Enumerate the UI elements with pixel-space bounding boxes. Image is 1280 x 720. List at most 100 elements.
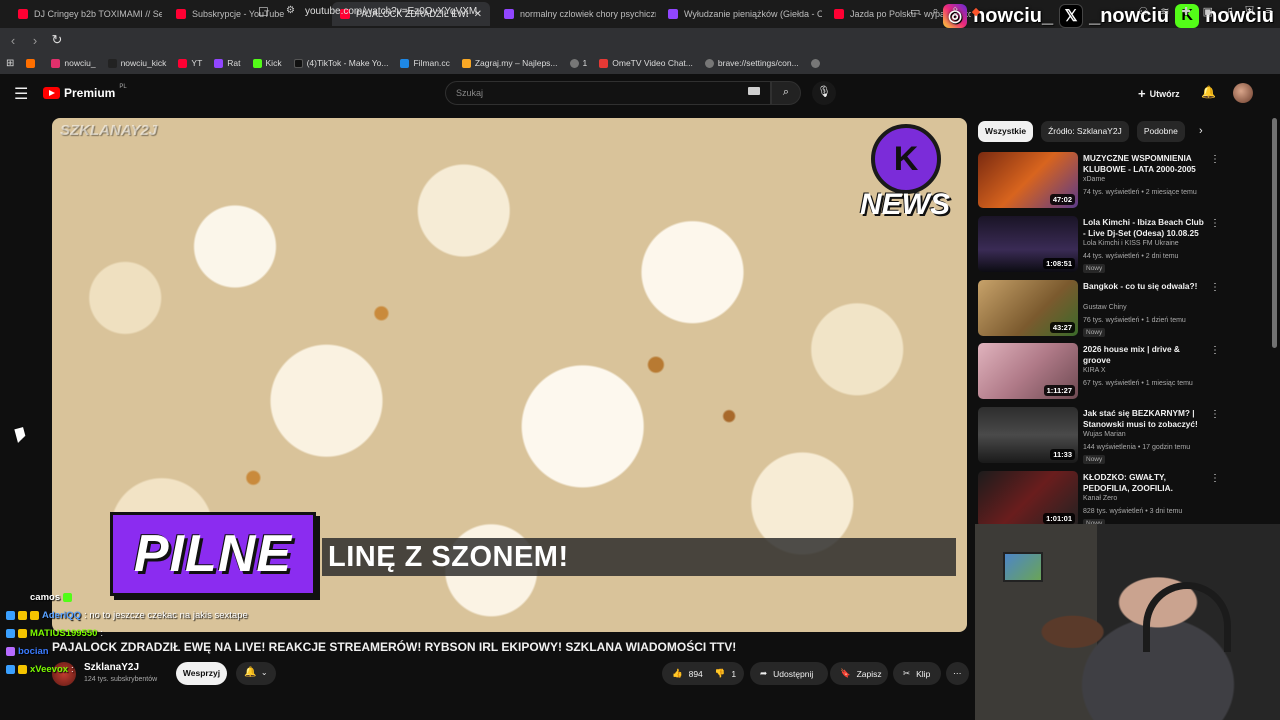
chip-all[interactable]: Wszystkie bbox=[978, 121, 1034, 142]
more-vertical-icon[interactable]: ⋮ bbox=[1210, 345, 1220, 356]
recommendation-item[interactable]: 47:02 MUZYCZNE WSPOMNIENIA KLUBOWE - LAT… bbox=[978, 152, 1228, 214]
search-button[interactable]: ⌕ bbox=[771, 81, 801, 105]
video-player[interactable]: SZKLANAY2J K NEWS LINĘ Z SZONEM! PILNE bbox=[52, 118, 967, 632]
more-vertical-icon[interactable]: ⋮ bbox=[1210, 473, 1220, 484]
bookmark-item[interactable]: nowciu_kick bbox=[107, 58, 166, 68]
youtube-logo[interactable]: Premium PL bbox=[43, 84, 127, 100]
more-actions-button[interactable]: ⋯ bbox=[946, 662, 969, 685]
region-code: PL bbox=[119, 84, 127, 90]
brave-shield-icon[interactable]: ◆ bbox=[972, 5, 980, 18]
channel-name[interactable]: xDame bbox=[1083, 176, 1105, 183]
hamburger-menu-icon[interactable]: ☰ bbox=[14, 84, 28, 104]
account-avatar[interactable] bbox=[1233, 83, 1253, 103]
like-icon[interactable]: 👍 bbox=[672, 668, 683, 679]
dislike-icon[interactable]: 👎 bbox=[715, 668, 726, 679]
bookmark-item[interactable] bbox=[810, 58, 820, 68]
bookmark-item[interactable]: YT bbox=[178, 58, 202, 68]
video-thumbnail[interactable]: 1:01:01 bbox=[978, 470, 1078, 527]
x-icon: 𝕏 bbox=[1059, 4, 1084, 28]
back-icon[interactable]: ‹ bbox=[2, 33, 24, 48]
music-icon[interactable]: ♫ bbox=[1225, 5, 1233, 18]
bookmark-item[interactable] bbox=[26, 58, 39, 68]
notifications-bell-icon[interactable]: 🔔 bbox=[1201, 85, 1216, 99]
chevron-right-icon[interactable]: › bbox=[1199, 125, 1203, 137]
bookmark-item[interactable]: nowciu_ bbox=[51, 58, 96, 68]
instagram-favicon-icon bbox=[51, 58, 61, 68]
sidebar-icon[interactable]: ▣ bbox=[1203, 5, 1213, 18]
like-count[interactable]: 894 bbox=[689, 669, 703, 679]
video-title[interactable]: Bangkok - co tu się odwala?! bbox=[1083, 281, 1205, 292]
more-vertical-icon[interactable]: ⋮ bbox=[1210, 409, 1220, 420]
voice-search-button[interactable]: 🎙 bbox=[812, 81, 836, 105]
recommendation-item[interactable]: 1:08:51 Lola Kimchi - Ibiza Beach Club -… bbox=[978, 215, 1228, 278]
clip-button[interactable]: ✂ Klip bbox=[893, 662, 941, 685]
share-button[interactable]: ➦ Udostępnij bbox=[750, 662, 828, 685]
video-thumbnail[interactable]: 43:27 bbox=[978, 279, 1078, 336]
bookmark-item[interactable]: (4)TikTok - Make Yo... bbox=[293, 58, 388, 68]
translate-icon[interactable]: ≋ bbox=[1160, 5, 1169, 18]
more-vertical-icon[interactable]: ⋮ bbox=[1210, 282, 1220, 293]
video-thumbnail[interactable]: 47:02 bbox=[978, 152, 1078, 208]
browser-tab[interactable]: Subskrypcje - YouTube bbox=[168, 2, 328, 26]
search-input[interactable]: Szukaj bbox=[445, 81, 771, 105]
browser-tab[interactable]: normalny czlowiek chory psychicznie bbox=[496, 2, 656, 26]
recommendation-item[interactable]: 43:27 Bangkok - co tu się odwala?! Gusta… bbox=[978, 279, 1228, 342]
bookmark-item[interactable]: brave://settings/con... bbox=[704, 58, 799, 68]
video-thumbnail[interactable]: 1:11:27 bbox=[978, 343, 1078, 400]
bookmark-item[interactable]: OmeTV Video Chat... bbox=[599, 58, 693, 68]
chat-badge-icon bbox=[6, 610, 15, 620]
youtube-header: ☰ Premium PL Szukaj ⌕ 🎙 + Utwórz 🔔 bbox=[0, 74, 1280, 114]
more-vertical-icon[interactable]: ⋮ bbox=[1210, 218, 1220, 229]
bookmark-icon: 🔖 bbox=[840, 668, 851, 678]
puzzle-icon[interactable]: ✚ bbox=[1181, 5, 1190, 18]
zoom-icon[interactable]: ⌕ bbox=[932, 5, 938, 18]
forward-icon[interactable]: › bbox=[24, 33, 46, 48]
bookmark-item[interactable]: Zagraj.my – Najleps... bbox=[461, 58, 558, 68]
vpn-icon[interactable]: ⛨ bbox=[1245, 5, 1253, 18]
streamer-webcam-overlay bbox=[975, 524, 1280, 720]
bookmark-item[interactable]: 1 bbox=[569, 58, 587, 68]
channel-name[interactable]: Wujas Marian bbox=[1083, 431, 1126, 438]
channel-name[interactable]: Lola Kimchi i KISS FM Ukraine bbox=[1083, 240, 1179, 247]
browser-toolbar: ‹ › ↻ bbox=[0, 28, 1280, 52]
bookmark-page-icon[interactable]: ☐ bbox=[258, 5, 269, 19]
channel-name[interactable]: Gustaw Chiny bbox=[1083, 304, 1127, 311]
address-bar[interactable]: youtube.com/watch?v=Ez0OvYYqVXM bbox=[305, 6, 477, 17]
video-stats: 828 tys. wyświetleń • 3 dni temu bbox=[1083, 507, 1183, 515]
chat-username: camos bbox=[30, 591, 61, 603]
video-title[interactable]: 2026 house mix | drive & groove bbox=[1083, 344, 1205, 366]
browser-extensions: ⚇ ≋ ✚ ▣ ♫ ⛨ ≡ bbox=[1138, 5, 1272, 18]
bookmark-item[interactable]: Rat bbox=[214, 58, 241, 68]
bookmark-item[interactable]: Filman.cc bbox=[400, 58, 450, 68]
chip-from-channel[interactable]: Źródło: SzklanaY2J bbox=[1041, 121, 1129, 142]
menu-icon[interactable]: ≡ bbox=[1266, 5, 1272, 18]
reload-icon[interactable]: ↻ bbox=[46, 32, 68, 48]
extension-icon[interactable]: ⚇ bbox=[1138, 5, 1148, 18]
sidebar-scrollbar[interactable] bbox=[1272, 118, 1277, 348]
browser-tab[interactable]: DJ Cringey b2b TOXIMAMI // Sexpre bbox=[10, 2, 162, 26]
video-title[interactable]: Jak stać się BEZKARNYM? | Stanowski musi… bbox=[1083, 408, 1205, 430]
dislike-count[interactable]: 1 bbox=[731, 669, 736, 679]
chip-related[interactable]: Podobne bbox=[1136, 121, 1185, 142]
cast-icon[interactable]: ▭ bbox=[910, 5, 920, 18]
video-thumbnail[interactable]: 11:33 bbox=[978, 407, 1078, 464]
video-title[interactable]: KŁODZKO: GWAŁTY, PEDOFILIA, ZOOFILIA. WS… bbox=[1083, 472, 1205, 494]
bookmark-item[interactable]: Kick bbox=[252, 58, 282, 68]
recommendation-item[interactable]: 11:33 Jak stać się BEZKARNYM? | Stanowsk… bbox=[978, 407, 1228, 469]
video-title[interactable]: Lola Kimchi - Ibiza Beach Club - Live Dj… bbox=[1083, 217, 1205, 239]
browser-tab[interactable]: Wyłudzanie pieniążków (Giełda - Od bbox=[660, 2, 822, 26]
apps-grid-icon[interactable]: ⊞ bbox=[6, 58, 14, 69]
share-icon[interactable]: ⇪ bbox=[951, 5, 960, 18]
video-thumbnail[interactable]: 1:08:51 bbox=[978, 215, 1078, 272]
chat-badge-icon bbox=[18, 610, 27, 620]
channel-name[interactable]: KIRA X bbox=[1083, 367, 1106, 374]
create-button[interactable]: + Utwórz bbox=[1138, 86, 1180, 101]
x-favicon-icon bbox=[107, 58, 117, 68]
video-title[interactable]: MUZYCZNE WSPOMNIENIA KLUBOWE - LATA 2000… bbox=[1083, 153, 1205, 175]
site-info-icon[interactable]: ⚙ bbox=[286, 5, 295, 16]
recommendation-item[interactable]: 1:11:27 2026 house mix | drive & groove … bbox=[978, 343, 1228, 405]
channel-name[interactable]: Kanał Zero bbox=[1083, 495, 1117, 502]
save-button[interactable]: 🔖 Zapisz bbox=[830, 662, 888, 685]
keyboard-icon[interactable] bbox=[748, 87, 760, 95]
more-vertical-icon[interactable]: ⋮ bbox=[1210, 154, 1220, 165]
